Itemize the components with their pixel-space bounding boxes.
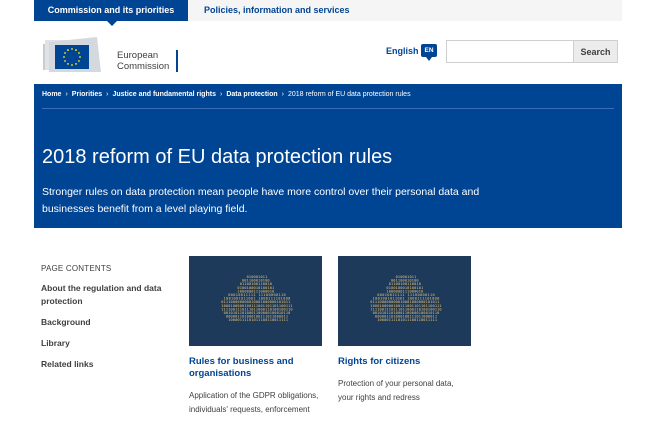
card-title-link[interactable]: Rules for business and organisations [189,356,322,380]
logo-text: European Commission [117,50,169,72]
logo-line-1: European [117,50,159,61]
breadcrumb-home[interactable]: Home [42,91,61,98]
breadcrumb-data-protection[interactable]: Data protection [226,91,277,98]
page-contents-nav: PAGE CONTENTS About the regulation and d… [41,264,171,379]
card-description: Protection of your personal data, your r… [338,379,454,402]
language-selector[interactable]: English [386,46,419,56]
binary-digit-row: 10000111101011100110011111 [377,318,437,322]
card-description: Application of the GDPR obligations, ind… [189,391,319,414]
tab-label: Policies, information and services [204,5,350,15]
logo-divider [176,50,178,72]
card-image[interactable]: 010001011 001100010100 01100100110010 01001… [189,256,322,346]
cloud-binary-icon: 0100010110011000101000110010011001001001… [221,275,292,322]
breadcrumb-separator: › [65,91,68,98]
cloud-binary-icon: 0100010110011000101000110010011001001001… [370,275,441,322]
tab-commission-priorities[interactable]: Commission and its priorities [34,0,188,26]
breadcrumb-justice[interactable]: Justice and fundamental rights [113,91,216,98]
logo-emblem-icon [43,37,101,72]
contents-link-background[interactable]: Background [41,316,171,329]
top-navigation: Commission and its priorities Policies, … [34,0,622,26]
page-header-banner: Home › Priorities › Justice and fundamental … [34,84,622,228]
card-image[interactable]: 010001011 001100010100 01100100110010 01001… [338,256,471,346]
breadcrumb-priorities[interactable]: Priorities [72,91,102,98]
contents-link-library[interactable]: Library [41,337,171,350]
page-title: 2018 reform of EU data protection rules [42,146,393,168]
breadcrumb-separator: › [219,91,223,98]
breadcrumb-current: 2018 reform of EU data protection rules [288,91,411,98]
card-title-link[interactable]: Rights for citizens [338,356,471,368]
breadcrumb: Home › Priorities › Justice and fundamental … [42,91,411,98]
breadcrumb-separator: › [106,91,109,98]
search-input[interactable] [446,40,574,63]
language-badge-icon[interactable]: EN [421,44,437,61]
search-button[interactable]: Search [573,40,618,63]
card-rights-citizens: 010001011 001100010100 01100100110010 01001… [338,256,471,405]
binary-digit-row: 10000111101011100110011111 [228,318,288,322]
active-tab-caret-icon [107,21,117,26]
logo-line-2: Commission [117,61,170,72]
breadcrumb-separator: › [281,91,284,98]
contents-link-related-links[interactable]: Related links [41,358,171,371]
page-contents-heading: PAGE CONTENTS [41,264,112,273]
breadcrumb-divider [42,108,614,109]
tab-label: Commission and its priorities [47,5,175,15]
page-description: Stronger rules on data protection mean p… [42,186,480,215]
tab-policies-information-services[interactable]: Policies, information and services [204,0,350,21]
card-business-organisations: 010001011 001100010100 01100100110010 01001… [189,256,322,417]
contents-link-about-regulation[interactable]: About the regulation and data protection [41,282,171,308]
